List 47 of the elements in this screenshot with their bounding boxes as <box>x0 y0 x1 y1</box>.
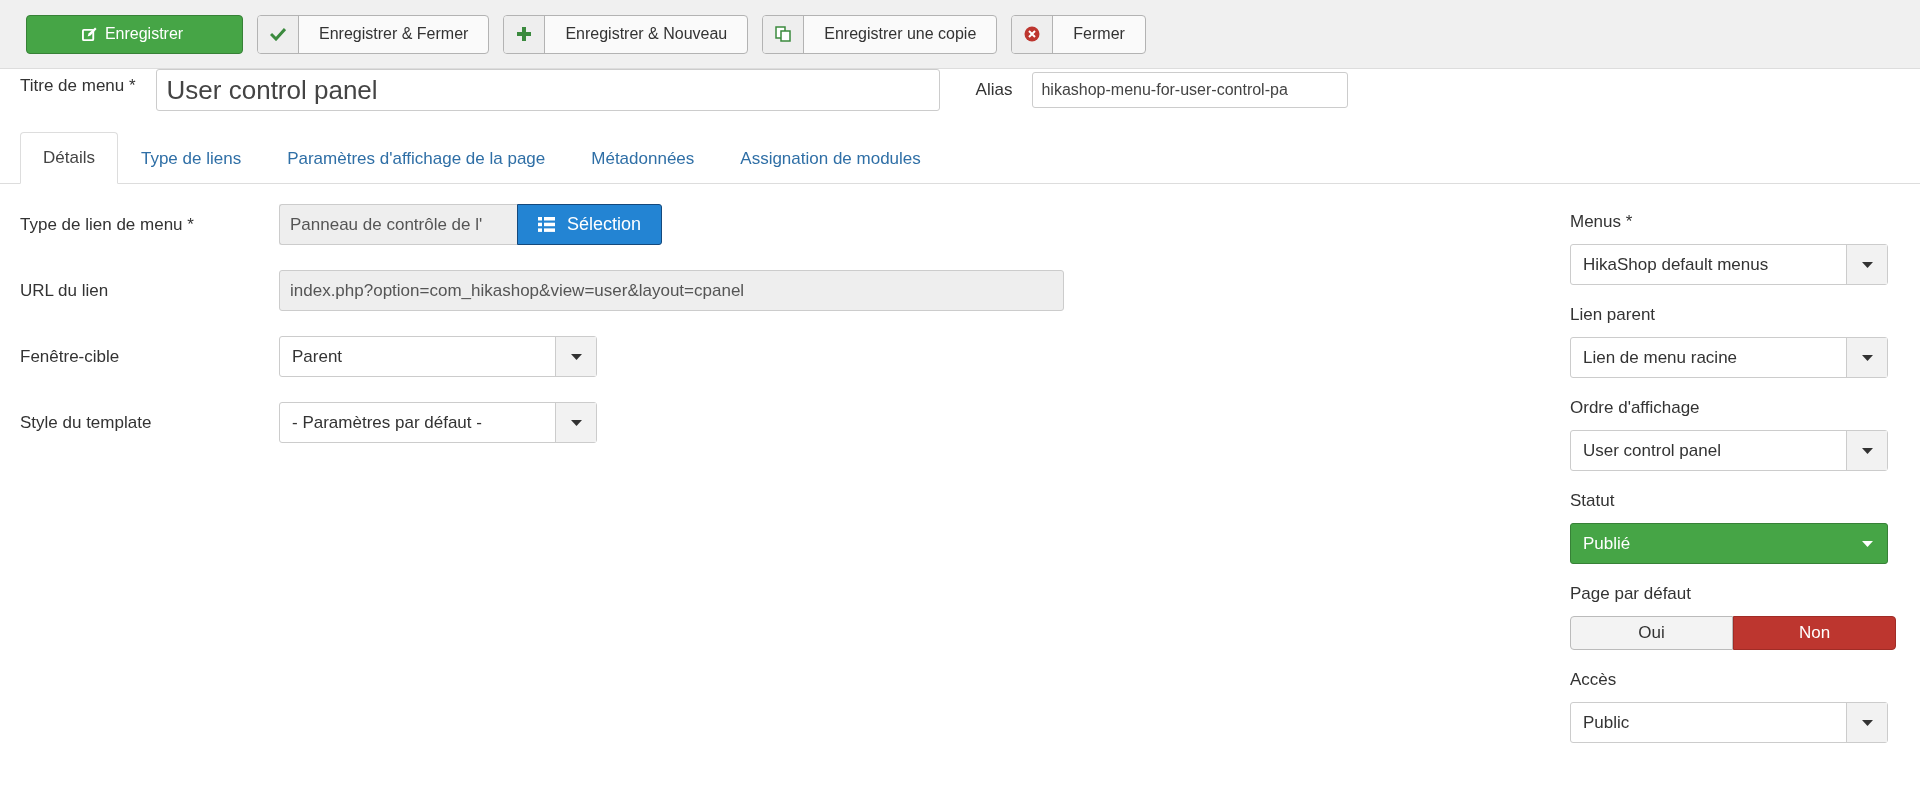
copy-icon <box>775 26 792 42</box>
toolbar-button[interactable]: Enregistrer & Nouveau <box>503 14 749 54</box>
caret-icon <box>570 419 582 426</box>
select-dropdown[interactable]: Lien de menu racine <box>1570 337 1888 378</box>
field-label: Type de lien de menu * <box>20 214 195 235</box>
check-icon <box>270 27 286 41</box>
toggle-option[interactable]: Oui <box>1570 616 1733 650</box>
field-label: Accès <box>1570 670 1618 690</box>
selection-button[interactable]: Sélection <box>517 204 663 245</box>
field-label: Menus * <box>1570 212 1634 232</box>
alias-input[interactable]: hikashop-menu-for-user-control-pa <box>1032 72 1349 108</box>
caret-icon <box>570 353 582 360</box>
tab[interactable]: Assignation de modules <box>717 132 944 184</box>
toolbar-button[interactable]: Fermer <box>1011 14 1146 54</box>
toggle-option[interactable]: Non <box>1733 616 1896 650</box>
list-icon <box>538 217 555 232</box>
tab[interactable]: Type de liens <box>117 132 265 184</box>
field-label: Titre de menu * <box>20 76 136 96</box>
caret-icon <box>1861 354 1873 361</box>
field-label: Alias <box>975 80 1013 100</box>
toolbar-button[interactable]: Enregistrer & Fermer <box>257 14 490 54</box>
field-label: Fenêtre-cible <box>20 346 121 367</box>
field-label: Page par défaut <box>1570 584 1692 604</box>
select-dropdown[interactable]: Parent <box>279 336 597 377</box>
caret-icon <box>1861 719 1873 726</box>
title-input[interactable]: User control panel <box>155 69 940 111</box>
toolbar-button[interactable]: Enregistrer une copie <box>762 14 998 54</box>
caret-icon <box>1861 447 1873 454</box>
menu-type-field[interactable]: Panneau de contrôle de l' <box>279 204 517 245</box>
select-dropdown[interactable]: HikaShop default menus <box>1570 244 1888 285</box>
caret-icon <box>1861 540 1873 547</box>
edit-icon <box>81 26 97 42</box>
caret-icon <box>1861 261 1873 268</box>
close-icon <box>1024 26 1041 42</box>
tab[interactable]: Paramètres d'affichage de la page <box>264 132 569 184</box>
select-dropdown[interactable]: User control panel <box>1570 430 1888 471</box>
tab[interactable]: Métadonnées <box>568 132 718 184</box>
select-dropdown[interactable]: - Paramètres par défaut - <box>279 402 597 443</box>
url-field[interactable]: index.php?option=com_hikashop&view=user&layout=cpanel <box>279 270 1064 311</box>
select-dropdown[interactable]: Public <box>1570 702 1888 743</box>
field-label: URL du lien <box>20 280 110 301</box>
field-label: Style du template <box>20 412 153 433</box>
field-label: Statut <box>1570 491 1616 511</box>
field-label: Lien parent <box>1570 305 1657 325</box>
plus-icon <box>516 26 533 42</box>
tab[interactable]: Détails <box>20 132 118 184</box>
field-label: Ordre d'affichage <box>1570 398 1701 418</box>
